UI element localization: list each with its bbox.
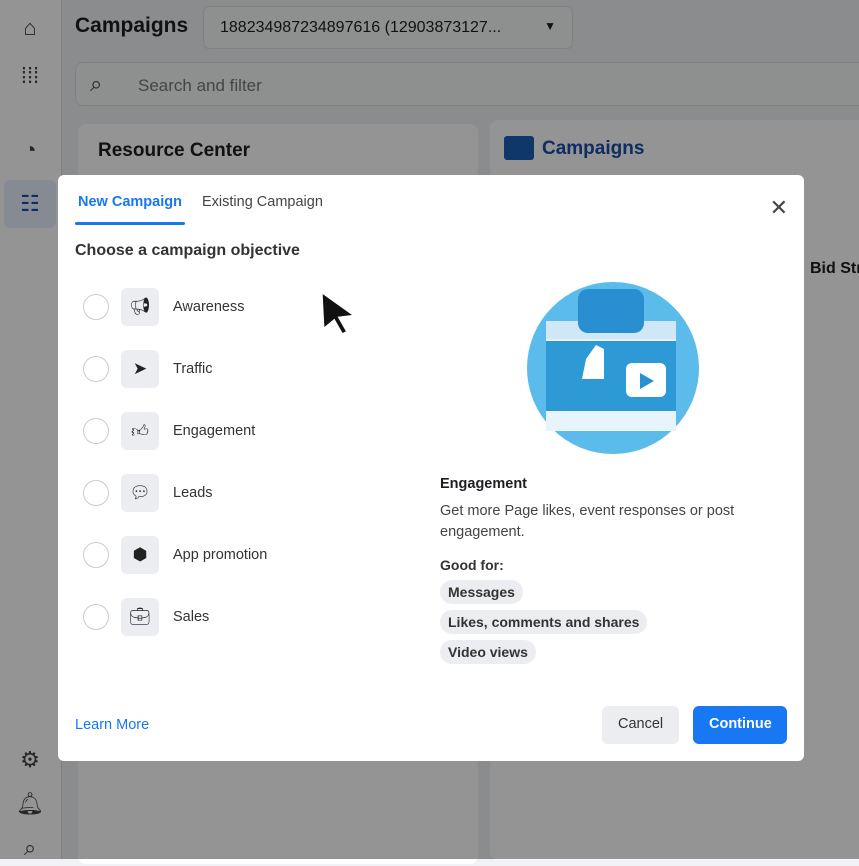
objective-leads[interactable]: 💬︎ Leads [83, 473, 363, 513]
objective-label: Leads [173, 485, 213, 501]
radio[interactable] [83, 604, 109, 630]
continue-button[interactable]: Continue [693, 706, 787, 744]
chat-bubbles-icon: 💬︎ [121, 474, 159, 512]
mouse-cursor-icon [319, 288, 360, 337]
objective-label: Traffic [173, 361, 213, 377]
objective-app-promotion[interactable]: ⬢ App promotion [83, 535, 363, 575]
radio[interactable] [83, 480, 109, 506]
objective-label: Engagement [173, 423, 256, 439]
objective-detail-description: Get more Page likes, event responses or … [440, 503, 735, 540]
box-icon: ⬢ [121, 536, 159, 574]
engagement-illustration [527, 282, 699, 454]
tab-existing-campaign[interactable]: Existing Campaign [202, 194, 323, 210]
good-for-tag: Messages [440, 580, 523, 604]
good-for-label: Good for: [440, 557, 504, 573]
objective-label: Awareness [173, 299, 245, 315]
radio[interactable] [83, 294, 109, 320]
thumbs-up-icon: 👍︎ [121, 412, 159, 450]
objective-heading: Choose a campaign objective [75, 242, 300, 259]
learn-more-link[interactable]: Learn More [75, 717, 149, 733]
objective-label: App promotion [173, 547, 268, 563]
megaphone-icon: 📢︎ [121, 288, 159, 326]
radio[interactable] [83, 418, 109, 444]
objective-sales[interactable]: 💼︎ Sales [83, 597, 363, 637]
radio[interactable] [83, 356, 109, 382]
good-for-tag: Likes, comments and shares [440, 610, 648, 634]
objective-detail-title: Engagement [440, 476, 528, 492]
tab-new-campaign[interactable]: New Campaign [75, 194, 185, 225]
create-campaign-dialog: New Campaign Existing Campaign ✕ Choose … [58, 175, 804, 761]
shopping-bag-icon: 💼︎ [121, 598, 159, 636]
radio[interactable] [83, 542, 109, 568]
good-for-tag: Video views [440, 640, 536, 664]
cancel-button[interactable]: Cancel [602, 706, 680, 744]
objective-label: Sales [173, 609, 210, 625]
objective-engagement[interactable]: 👍︎ Engagement [83, 411, 363, 451]
cursor-icon: ➤ [121, 350, 159, 388]
close-icon[interactable]: ✕ [770, 195, 788, 221]
objective-traffic[interactable]: ➤ Traffic [83, 349, 363, 389]
